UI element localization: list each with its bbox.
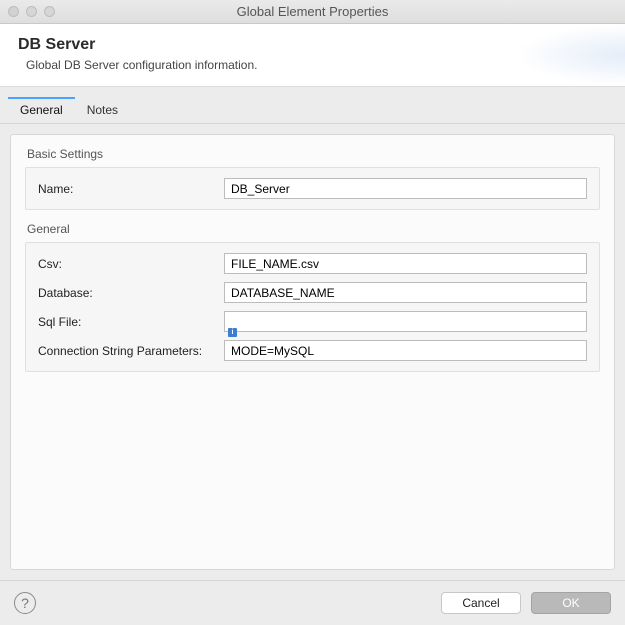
label-conn-str: Connection String Parameters: — [38, 344, 224, 358]
tab-general[interactable]: General — [8, 97, 75, 123]
input-csv[interactable] — [224, 253, 587, 274]
titlebar: Global Element Properties — [0, 0, 625, 24]
dialog-header: DB Server Global DB Server configuration… — [0, 24, 625, 87]
window-title: Global Element Properties — [0, 4, 625, 19]
form-panel: Basic Settings Name: General Csv: Databa… — [10, 134, 615, 570]
label-database: Database: — [38, 286, 224, 300]
group-general: Csv: Database: Sql File: i Connection St… — [25, 242, 600, 372]
input-name[interactable] — [224, 178, 587, 199]
header-title: DB Server — [18, 36, 607, 54]
row-database: Database: — [38, 282, 587, 303]
dialog-footer: ? Cancel OK — [0, 580, 625, 624]
group-label-general: General — [25, 220, 600, 242]
row-name: Name: — [38, 178, 587, 199]
cancel-button[interactable]: Cancel — [441, 592, 521, 614]
window-controls — [8, 6, 55, 17]
row-csv: Csv: — [38, 253, 587, 274]
ok-button[interactable]: OK — [531, 592, 611, 614]
help-icon[interactable]: ? — [14, 592, 36, 614]
group-label-basic: Basic Settings — [25, 145, 600, 167]
row-conn-str: Connection String Parameters: — [38, 340, 587, 361]
zoom-icon[interactable] — [44, 6, 55, 17]
label-name: Name: — [38, 182, 224, 196]
input-database[interactable] — [224, 282, 587, 303]
input-sql-file[interactable] — [224, 311, 587, 332]
label-csv: Csv: — [38, 257, 224, 271]
group-basic-settings: Name: — [25, 167, 600, 210]
content-area: Basic Settings Name: General Csv: Databa… — [0, 124, 625, 580]
close-icon[interactable] — [8, 6, 19, 17]
minimize-icon[interactable] — [26, 6, 37, 17]
tab-notes[interactable]: Notes — [75, 97, 130, 123]
row-sql-file: Sql File: i — [38, 311, 587, 332]
info-icon[interactable]: i — [228, 328, 237, 337]
tab-bar: General Notes — [0, 87, 625, 124]
label-sql-file: Sql File: — [38, 315, 224, 329]
input-conn-str[interactable] — [224, 340, 587, 361]
header-subtitle: Global DB Server configuration informati… — [26, 58, 607, 72]
